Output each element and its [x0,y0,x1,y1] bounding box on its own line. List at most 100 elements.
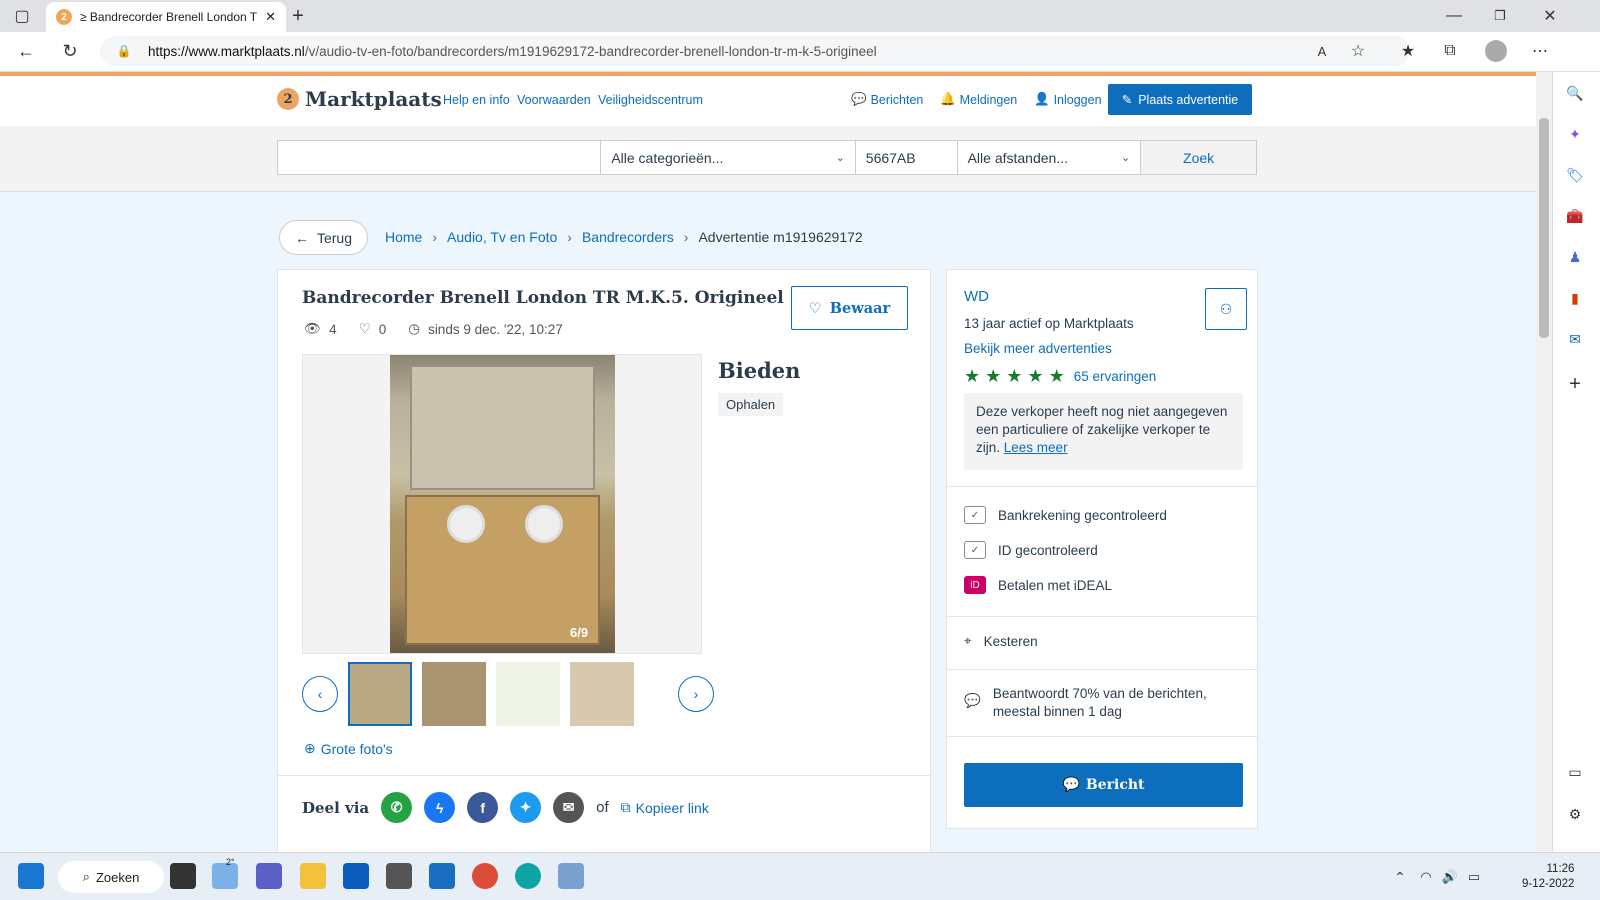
copy-link[interactable]: ⧉ Kopieer link [621,799,709,816]
crumb-home[interactable]: Home [385,229,422,245]
search-icon[interactable]: 🔍 [1563,81,1587,105]
star-icon: ★ [964,366,981,386]
refresh-icon[interactable]: ↻ [56,37,84,65]
main-photo[interactable]: 6/9 [302,354,702,654]
back-arrow-icon[interactable]: ← [12,37,40,65]
login-link[interactable]: 👤 Inloggen [1034,92,1102,107]
games-icon[interactable]: ♟ [1563,245,1587,269]
marktplaats-logo[interactable]: 2 Marktplaats [277,87,442,111]
back-button[interactable]: ← Terug [279,220,368,255]
tab-actions-icon[interactable]: ▢ [8,2,36,30]
large-photos-link[interactable]: ⊕ Grote foto's [304,740,393,757]
mail-icon[interactable]: ✉ [553,792,585,823]
save-button[interactable]: ♡ Bewaar [791,286,908,330]
copilot-icon[interactable]: ✦ [1563,122,1587,146]
reel-right [525,505,563,543]
profile-avatar[interactable] [1485,40,1507,62]
teams-icon[interactable] [256,863,282,889]
chrome-icon[interactable] [472,863,498,889]
prev-photo-button[interactable]: ‹ [302,676,338,712]
twitter-icon[interactable]: ✦ [510,792,542,823]
user-icon: 👤 [1034,92,1050,106]
settings-gear-icon[interactable]: ⚙ [1563,802,1587,826]
facebook-icon[interactable]: f [467,792,499,823]
thumbnail[interactable] [348,662,412,726]
thumbnail[interactable] [422,662,486,726]
postcode-input[interactable]: 5667AB [856,141,958,174]
seller-name[interactable]: WD [964,288,989,305]
url-field[interactable]: 🔒 https://www.marktplaats.nl/v/audio-tv-… [100,36,1410,66]
more-ads-link[interactable]: Bekijk meer advertenties [964,341,1112,356]
messages-label: Berichten [870,92,924,107]
notepad-icon[interactable] [429,863,455,889]
reviews-link[interactable]: 65 ervaringen [1074,369,1157,384]
chat-bubble-icon: 💬 [851,92,867,106]
edge-icon[interactable] [515,863,541,889]
store-icon[interactable] [343,863,369,889]
weather-icon[interactable]: 2° [212,857,238,889]
minimize-icon[interactable]: — [1440,2,1468,30]
safety-link[interactable]: Veiligheidscentrum [598,93,703,107]
close-window-icon[interactable]: ✕ [1536,2,1564,30]
crumb-bandrecorders[interactable]: Bandrecorders [582,229,674,245]
file-explorer-icon[interactable] [300,863,326,889]
id-verified: ✓ ID gecontroleerd [964,541,1098,559]
sidebar-toggle-icon[interactable]: ▭ [1563,760,1587,784]
thumbnail[interactable] [570,662,634,726]
office-icon[interactable]: ▮ [1563,286,1587,310]
read-more-link[interactable]: Lees meer [1004,440,1068,455]
shopping-tag-icon[interactable]: 🏷 [1563,163,1587,187]
more-menu-icon[interactable]: ⋯ [1526,37,1554,65]
category-select[interactable]: Alle categorieën... ⌄ [601,141,856,174]
listing-title: Bandrecorder Brenell London TR M.K.5. Or… [302,288,784,308]
chevron-up-icon[interactable]: ⌃ [1386,863,1414,891]
chevron-down-icon: ⌄ [1121,152,1131,164]
lock-icon[interactable]: 🔒 [110,37,138,65]
help-link[interactable]: Help en info [443,93,510,107]
close-tab-icon[interactable]: ✕ [265,9,276,25]
messenger-icon[interactable]: ϟ [424,792,456,823]
collections-icon[interactable]: ⧉ [1436,37,1464,65]
thumbnail[interactable] [496,662,560,726]
battery-icon[interactable]: ▭ [1460,863,1488,891]
scrollbar-thumb[interactable] [1539,118,1549,338]
crumb-audio[interactable]: Audio, Tv en Foto [447,229,557,245]
terms-link[interactable]: Voorwaarden [517,93,591,107]
next-photo-button[interactable]: › [678,676,714,712]
messages-link[interactable]: 💬 Berichten [851,92,923,107]
photos-icon[interactable] [558,863,584,889]
logo-text: Marktplaats [305,87,442,111]
windows-start-icon[interactable] [18,863,44,889]
tab-title: ≥ Bandrecorder Brenell London T [80,10,258,24]
task-view-icon[interactable] [170,863,196,889]
follow-seller-button[interactable]: ⚇ [1205,288,1247,330]
divider [947,736,1257,737]
share-row: Deel via ✆ ϟ f ✦ ✉ of ⧉ Kopieer link [302,792,709,823]
search-band: Alle categorieën... ⌄ 5667AB Alle afstand… [0,126,1536,192]
restore-icon[interactable]: ❐ [1486,2,1514,30]
taskbar-search[interactable]: ⌕ Zoeken [58,861,164,893]
tools-icon[interactable]: 🧰 [1563,204,1587,228]
favorites-icon[interactable]: ★ [1394,37,1422,65]
calculator-icon[interactable] [386,863,412,889]
new-tab-icon[interactable]: + [284,2,312,30]
notifications-link[interactable]: 🔔 Meldingen [940,92,1017,107]
message-button[interactable]: 💬 Bericht [964,763,1243,807]
outlook-icon[interactable]: ✉ [1563,327,1587,351]
search-button[interactable]: Zoek [1141,141,1256,174]
heart-icon: ♡ [358,321,371,336]
clock[interactable]: 11:26 9-12-2022 [1522,862,1574,892]
search-input[interactable] [278,141,602,174]
id-check-icon: ✓ [964,541,986,559]
listing-stats: 👁 4 ♡ 0 ◷ sinds 9 dec. '22, 10:27 [304,321,563,337]
browser-tab[interactable]: 2 ≥ Bandrecorder Brenell London T ✕ [46,2,286,32]
url-path: /v/audio-tv-en-foto/bandrecorders/m19196… [304,43,877,59]
share-label: Deel via [302,798,370,817]
place-ad-button[interactable]: ✎ Plaats advertentie [1108,84,1252,115]
response-rate: 💬 Beantwoordt 70% van de berichten, meest… [964,685,1207,721]
favorite-star-icon[interactable]: ☆ [1344,37,1372,65]
distance-select[interactable]: Alle afstanden... ⌄ [958,141,1142,174]
add-icon[interactable]: + [1563,372,1587,396]
read-aloud-icon[interactable]: A [1308,37,1336,65]
whatsapp-icon[interactable]: ✆ [381,792,413,823]
